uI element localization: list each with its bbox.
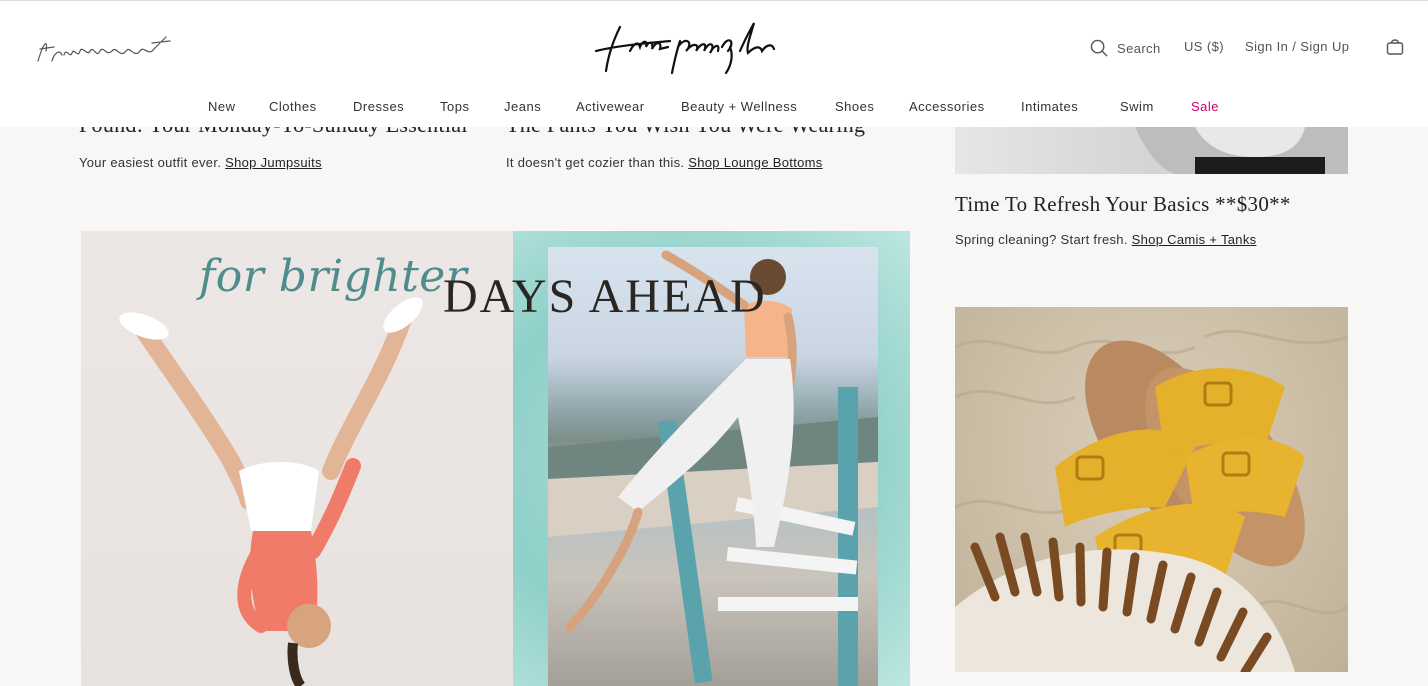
- promo-jumpsuits-text: Your easiest outfit ever. Shop Jumpsuits: [79, 155, 322, 170]
- nav-item-sale[interactable]: Sale: [1191, 99, 1219, 114]
- hero-headline: DAYS AHEAD: [443, 270, 767, 323]
- basics-promo-image[interactable]: [955, 127, 1348, 174]
- fp-movement-logo[interactable]: [34, 29, 174, 69]
- search-button[interactable]: Search: [1090, 39, 1161, 58]
- search-label: Search: [1117, 41, 1161, 56]
- promo-basics-text: Spring cleaning? Start fresh. Shop Camis…: [955, 232, 1256, 247]
- hero-banner[interactable]: for brighter DAYS AHEAD: [81, 231, 910, 686]
- shop-jumpsuits-link[interactable]: Shop Jumpsuits: [225, 155, 322, 170]
- hero-script-text: for brighter: [199, 251, 468, 302]
- free-people-logo[interactable]: [590, 17, 840, 79]
- basics-model-graphic: [1135, 127, 1348, 174]
- promo-lounge-copy: It doesn't get cozier than this.: [506, 155, 685, 170]
- nav-item-accessories[interactable]: Accessories: [909, 99, 985, 114]
- search-icon: [1090, 39, 1108, 57]
- shop-camis-tanks-link[interactable]: Shop Camis + Tanks: [1132, 232, 1257, 247]
- promo-jumpsuits-copy: Your easiest outfit ever.: [79, 155, 222, 170]
- sandals-promo-image[interactable]: [955, 307, 1348, 672]
- nav-item-shoes[interactable]: Shoes: [835, 99, 874, 114]
- nav-item-clothes[interactable]: Clothes: [269, 99, 317, 114]
- nav-item-dresses[interactable]: Dresses: [353, 99, 404, 114]
- site-header: Search US ($) Sign In / Sign Up New Clot…: [0, 0, 1428, 127]
- nav-item-swim[interactable]: Swim: [1120, 99, 1154, 114]
- nav-item-activewear[interactable]: Activewear: [576, 99, 645, 114]
- sign-in-link[interactable]: Sign In / Sign Up: [1245, 39, 1349, 54]
- nav-item-intimates[interactable]: Intimates: [1021, 99, 1078, 114]
- shopping-bag-button[interactable]: [1385, 37, 1405, 57]
- free-people-logo-mark: [594, 22, 776, 75]
- shopping-bag-icon: [1386, 39, 1404, 55]
- promo-lounge-text: It doesn't get cozier than this. Shop Lo…: [506, 155, 823, 170]
- main-nav: New Clothes Dresses Tops Jeans Activewea…: [0, 99, 1428, 117]
- fp-movement-logo-mark: [37, 36, 171, 62]
- sandals-graphic: [955, 329, 1348, 672]
- currency-selector[interactable]: US ($): [1184, 39, 1224, 54]
- nav-item-jeans[interactable]: Jeans: [504, 99, 541, 114]
- nav-item-tops[interactable]: Tops: [440, 99, 469, 114]
- promo-basics-title: Time To Refresh Your Basics **$30**: [955, 192, 1291, 216]
- nav-item-new[interactable]: New: [208, 99, 236, 114]
- promo-basics-copy: Spring cleaning? Start fresh.: [955, 232, 1128, 247]
- shop-lounge-bottoms-link[interactable]: Shop Lounge Bottoms: [688, 155, 822, 170]
- nav-item-beauty-wellness[interactable]: Beauty + Wellness: [681, 99, 797, 114]
